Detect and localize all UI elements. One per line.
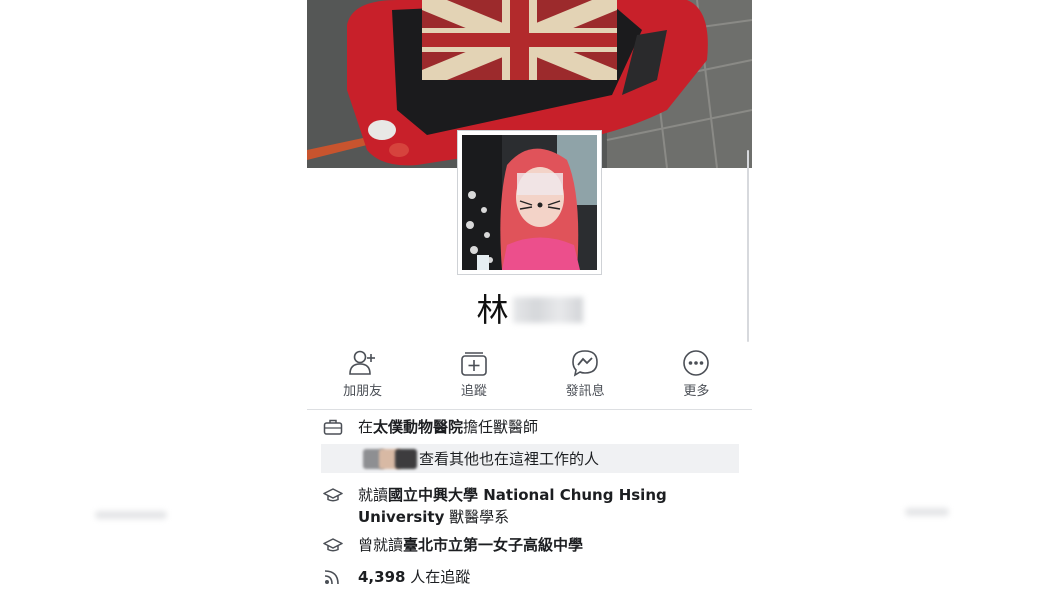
profile-actions: 加朋友 追蹤 發訊息 更多 bbox=[307, 348, 752, 400]
profile-screen: 林 加朋友 追蹤 發訊息 更多 在太僕動物醫院擔任獸醫師 查看其他也在這裡工作的… bbox=[307, 0, 752, 596]
rss-feed-icon bbox=[323, 566, 343, 588]
section-divider bbox=[307, 409, 752, 410]
followers-count: 4,398 bbox=[358, 568, 406, 586]
follow-icon bbox=[461, 352, 487, 376]
coworkers-link-text: 查看其他也在這裡工作的人 bbox=[419, 450, 600, 468]
add-friend-icon bbox=[348, 350, 375, 375]
work-text: 在太僕動物醫院擔任獸醫師 bbox=[358, 416, 538, 438]
study-org-link-line2[interactable]: University bbox=[358, 508, 444, 526]
followers-info: 4,398 人在追蹤 bbox=[323, 566, 470, 588]
studied-text: 曾就讀臺北市立第一女子高級中學 bbox=[358, 534, 583, 556]
study-text: 就讀國立中興大學 National Chung Hsing University … bbox=[358, 484, 667, 528]
study-org-link[interactable]: 國立中興大學 National Chung Hsing bbox=[388, 486, 667, 504]
blurred-side-text-right bbox=[905, 508, 949, 516]
blurred-side-text-left bbox=[95, 511, 167, 519]
study-suffix: 獸醫學系 bbox=[444, 508, 510, 526]
work-prefix: 在 bbox=[358, 418, 374, 436]
profile-photo-image bbox=[462, 135, 597, 270]
study-prefix: 就讀 bbox=[358, 486, 389, 504]
profile-name: 林 bbox=[307, 288, 752, 332]
profile-avatar[interactable] bbox=[457, 130, 602, 275]
add-friend-label: 加朋友 bbox=[343, 384, 383, 399]
follow-label: 追蹤 bbox=[460, 384, 487, 399]
profile-name-text: 林 bbox=[476, 291, 509, 329]
more-icon bbox=[683, 350, 710, 376]
studied-org-link[interactable]: 臺北市立第一女子高級中學 bbox=[403, 536, 583, 554]
more-label: 更多 bbox=[683, 384, 710, 399]
message-button[interactable]: 發訊息 bbox=[530, 348, 641, 400]
add-friend-button[interactable]: 加朋友 bbox=[307, 348, 418, 400]
follow-button[interactable]: 追蹤 bbox=[418, 348, 529, 400]
graduation-cap-icon bbox=[323, 534, 343, 556]
studied-prefix: 曾就讀 bbox=[358, 536, 404, 554]
briefcase-icon bbox=[323, 416, 343, 438]
blurred-name-part bbox=[512, 297, 583, 323]
work-info: 在太僕動物醫院擔任獸醫師 bbox=[323, 416, 538, 438]
more-button[interactable]: 更多 bbox=[641, 348, 752, 400]
coworkers-link[interactable]: 查看其他也在這裡工作的人 bbox=[321, 444, 739, 473]
studied-info: 曾就讀臺北市立第一女子高級中學 bbox=[323, 534, 583, 556]
messenger-icon bbox=[572, 350, 598, 377]
followers-text: 4,398 人在追蹤 bbox=[358, 566, 470, 588]
followers-suffix: 人在追蹤 bbox=[405, 568, 471, 586]
message-label: 發訊息 bbox=[565, 384, 605, 399]
scrollbar[interactable] bbox=[747, 150, 749, 342]
coworker-avatar bbox=[395, 448, 417, 469]
coworker-avatars bbox=[363, 448, 417, 469]
study-info: 就讀國立中興大學 National Chung Hsing University … bbox=[323, 484, 667, 528]
work-suffix: 擔任獸醫師 bbox=[463, 418, 539, 436]
graduation-cap-icon bbox=[323, 484, 343, 506]
work-org-link[interactable]: 太僕動物醫院 bbox=[373, 418, 463, 436]
